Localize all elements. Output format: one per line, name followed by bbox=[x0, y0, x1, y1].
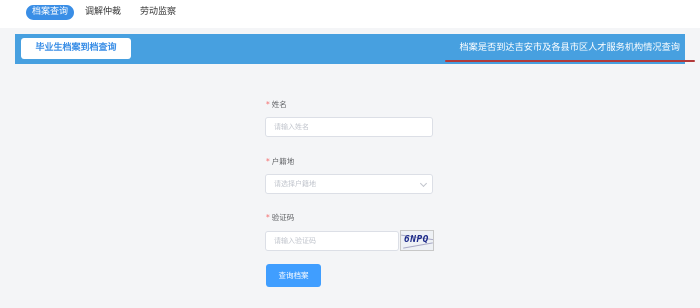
household-label-text: 户籍地 bbox=[271, 157, 295, 166]
captcha-code: 6NPQ bbox=[404, 234, 429, 245]
name-input[interactable]: 请输入姓名 bbox=[265, 117, 433, 137]
banner-title: 档案是否到达吉安市及各县市区人才服务机构情况查询 bbox=[459, 42, 681, 53]
required-mark: * bbox=[266, 100, 270, 109]
household-select-placeholder: 请选择户籍地 bbox=[274, 180, 316, 188]
tab-mediation-arbitration[interactable]: 调解仲裁 bbox=[79, 5, 127, 20]
banner-title-underline bbox=[445, 60, 695, 62]
required-mark: * bbox=[266, 213, 270, 222]
name-label-text: 姓名 bbox=[271, 100, 287, 109]
name-label: * 姓名 bbox=[266, 100, 287, 110]
household-label: * 户籍地 bbox=[266, 157, 294, 167]
graduate-archive-query-button[interactable]: 毕业生档案到档查询 bbox=[21, 38, 131, 59]
tab-labor-inspection[interactable]: 劳动监察 bbox=[134, 5, 182, 20]
top-navigation: 档案查询 调解仲裁 劳动监察 bbox=[0, 0, 700, 28]
required-mark: * bbox=[266, 157, 270, 166]
query-archive-button[interactable]: 查询档案 bbox=[266, 264, 321, 287]
captcha-label: * 验证码 bbox=[266, 213, 294, 223]
captcha-image[interactable]: 6NPQ bbox=[400, 230, 434, 251]
household-select[interactable]: 请选择户籍地 bbox=[265, 174, 433, 194]
captcha-label-text: 验证码 bbox=[271, 213, 295, 222]
captcha-input[interactable]: 请输入验证码 bbox=[265, 231, 399, 251]
query-banner: 毕业生档案到档查询 档案是否到达吉安市及各县市区人才服务机构情况查询 bbox=[15, 34, 695, 64]
chevron-down-icon bbox=[419, 179, 428, 188]
tab-archive-query[interactable]: 档案查询 bbox=[26, 5, 75, 20]
